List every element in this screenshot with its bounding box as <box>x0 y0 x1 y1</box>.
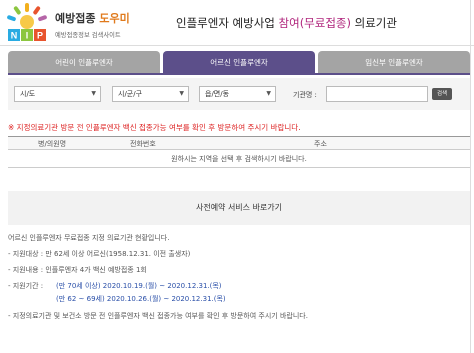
svg-text:N: N <box>11 31 18 41</box>
hospital-name-input[interactable] <box>326 86 428 102</box>
reservation-link[interactable]: 사전예약 서비스 바로가기 <box>8 191 470 225</box>
site-header: N I P 예방접종 도우미 예방접종정보 검색사이트 인플루엔자 예방사업 참… <box>0 0 474 46</box>
nip-logo-icon[interactable]: N I P <box>6 2 48 42</box>
hospital-table: 병/의원명 전화번호 주소 원하시는 지역을 선택 후 검색하시기 바랍니다. <box>8 136 470 168</box>
tab-senior-influenza[interactable]: 어르신 인플루엔자 <box>163 51 315 73</box>
logo-title[interactable]: 예방접종 도우미 <box>55 10 130 26</box>
page-title: 인플루엔자 예방사업 참여(무료접종) 의료기관 <box>176 15 397 31</box>
search-filter-panel: 시/도 ▼ 시/군/구 ▼ 읍/면/동 ▼ 기관명 : 검색 <box>8 78 470 110</box>
eupmyeondong-select[interactable]: 읍/면/동 ▼ <box>199 86 276 102</box>
page-title-prefix: 인플루엔자 예방사업 <box>176 16 275 30</box>
chevron-down-icon: ▼ <box>91 90 96 97</box>
sido-select[interactable]: 시/도 ▼ <box>14 86 101 102</box>
logo-title-accent: 도우미 <box>99 12 130 25</box>
info-content: - 지원내용 : 인플루엔자 4가 백신 예방접종 1회 <box>8 266 147 274</box>
table-header: 병/의원명 전화번호 주소 <box>8 136 470 150</box>
table-empty-message: 원하시는 지역을 선택 후 검색하시기 바랍니다. <box>8 150 470 168</box>
info-intro: 어르신 인플루엔자 무료접종 지정 의료기관 현황입니다. <box>8 234 170 242</box>
page-title-suffix: 의료기관 <box>354 16 397 30</box>
logo-title-main: 예방접종 <box>55 12 96 25</box>
search-button[interactable]: 검색 <box>432 88 452 100</box>
svg-text:P: P <box>37 31 43 41</box>
column-hospital-name: 병/의원명 <box>38 140 67 148</box>
sido-select-value: 시/도 <box>20 90 36 98</box>
category-tabs: 어린이 인플루엔자 어르신 인플루엔자 임신부 인플루엔자 <box>8 51 470 73</box>
info-period-1: (만 70세 이상) 2020.10.19.(월) ~ 2020.12.31.(… <box>56 282 222 290</box>
scrollbar[interactable] <box>470 0 471 353</box>
tab-pregnant-influenza[interactable]: 임신부 인플루엔자 <box>318 51 470 73</box>
hospital-name-label: 기관명 : <box>293 91 317 99</box>
page-title-highlight: 참여(무료접종) <box>278 16 351 30</box>
eupmyeondong-select-value: 읍/면/동 <box>205 90 230 98</box>
tab-underline <box>8 73 470 75</box>
info-bottom-notice: - 지정의료기관 및 보건소 방문 전 인플루엔자 백신 접종가능 여부를 확인… <box>8 312 308 320</box>
tab-children-influenza[interactable]: 어린이 인플루엔자 <box>8 51 160 73</box>
chevron-down-icon: ▼ <box>266 90 271 97</box>
column-phone: 전화번호 <box>130 140 156 148</box>
info-target: - 지원대상 : 만 62세 이상 어르신(1958.12.31. 이전 출생자… <box>8 250 191 258</box>
svg-text:I: I <box>26 31 29 41</box>
notice-text: ※ 지정의료기관 방문 전 인플루엔자 백신 접종가능 여부를 확인 후 방문하… <box>8 123 301 132</box>
logo-subtitle: 예방접종정보 검색사이트 <box>55 32 121 39</box>
sigungu-select[interactable]: 시/군/구 ▼ <box>112 86 189 102</box>
chevron-down-icon: ▼ <box>179 90 184 97</box>
column-address: 주소 <box>314 140 327 148</box>
info-period-label: - 지원기간 : <box>8 282 44 290</box>
info-period-2: (만 62 ~ 69세) 2020.10.26.(월) ~ 2020.12.31… <box>56 295 226 303</box>
sigungu-select-value: 시/군/구 <box>118 90 143 98</box>
